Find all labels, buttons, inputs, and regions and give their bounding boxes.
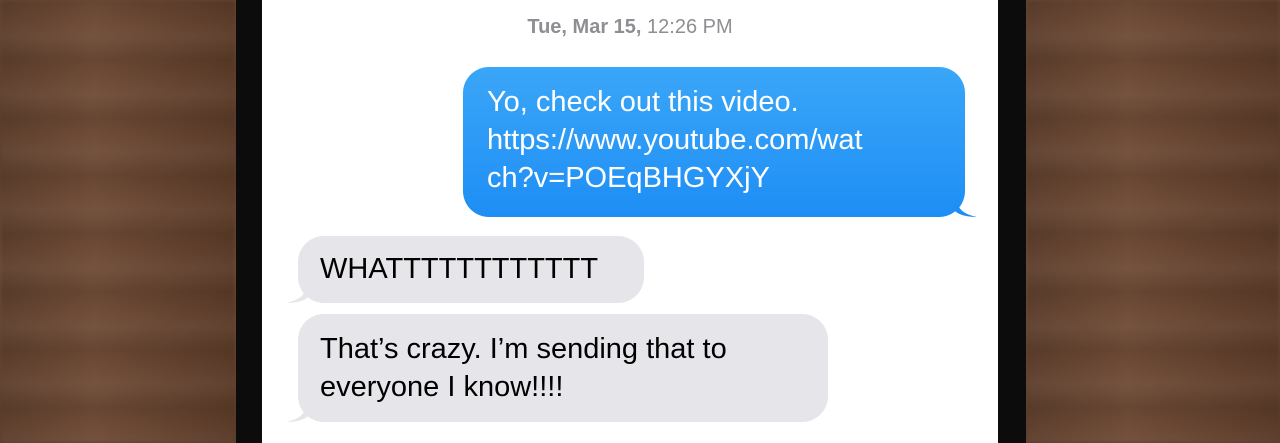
timestamp-date: Tue, Mar 15, (527, 16, 642, 38)
messages-screen[interactable]: Tue, Mar 15, 12:26 PM Yo, check out this… (262, 0, 998, 443)
bubble-tail-icon (286, 400, 308, 422)
wood-background-right (1026, 0, 1280, 443)
bubble-tail-icon (955, 195, 977, 217)
outgoing-message-bubble[interactable]: Yo, check out this video. https://www.yo… (463, 67, 977, 217)
incoming-message-bubble[interactable]: That’s crazy. I’m sending that to everyo… (286, 314, 828, 422)
timestamp-time: 12:26 PM (647, 16, 733, 38)
message-link-line[interactable]: ch?v=POEqBHGYXjY (487, 159, 941, 197)
incoming-message-bubble[interactable]: WHATTTTTTTTTTTT (286, 236, 644, 303)
conversation-timestamp: Tue, Mar 15, 12:26 PM (262, 16, 998, 39)
message-link-line[interactable]: https://www.youtube.com/wat (487, 121, 941, 159)
wood-background-left (0, 0, 236, 443)
message-text-line: everyone I know!!!! (320, 371, 564, 403)
photo-scene: Tue, Mar 15, 12:26 PM Yo, check out this… (0, 0, 1280, 443)
message-text-line: That’s crazy. I’m sending that to (320, 333, 727, 365)
bubble-tail-icon (286, 281, 308, 303)
message-text-line: Yo, check out this video. (487, 86, 799, 118)
message-text-line: WHATTTTTTTTTTTT (320, 253, 599, 285)
